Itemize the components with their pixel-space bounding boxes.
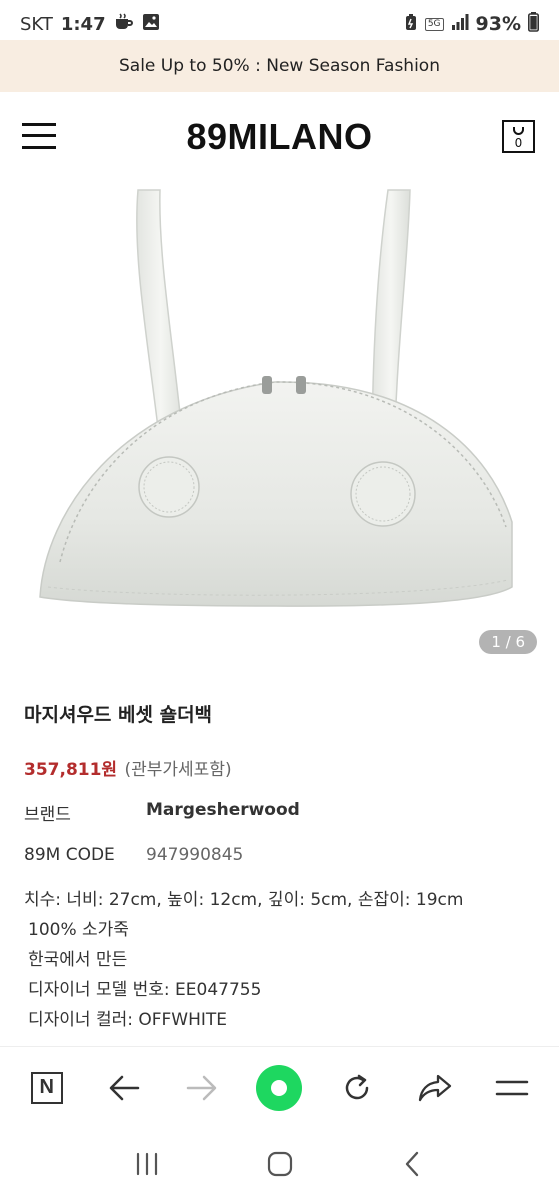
hamburger-icon[interactable] xyxy=(22,122,56,150)
promo-banner[interactable]: Sale Up to 50% : New Season Fashion xyxy=(0,40,559,92)
promo-text: Sale Up to 50% : New Season Fashion xyxy=(119,56,440,76)
cart-count: 0 xyxy=(514,136,523,150)
image-counter: 1 / 6 xyxy=(479,630,537,654)
site-logo[interactable]: 89MILANO xyxy=(186,116,372,158)
forward-arrow-icon[interactable] xyxy=(172,1058,232,1118)
naver-n-icon[interactable]: N xyxy=(17,1058,77,1118)
code-label: 89M CODE xyxy=(24,845,115,865)
product-photo xyxy=(39,189,513,607)
battery-percent: 93% xyxy=(475,13,521,35)
system-nav-bar xyxy=(0,1128,559,1200)
code-value: 947990845 xyxy=(146,845,244,865)
product-title: 마지셔우드 베셋 숄더백 xyxy=(24,704,213,726)
clock: 1:47 xyxy=(60,13,106,35)
code-row: 89M CODE 947990845 xyxy=(24,845,539,865)
back-arrow-icon[interactable] xyxy=(94,1058,154,1118)
brand-row: 브랜드 Margesherwood xyxy=(24,800,539,825)
status-right: 5G 93% xyxy=(404,11,539,37)
menu-lines-icon[interactable] xyxy=(482,1058,542,1118)
product-description: 치수: 너비: 27cm, 높이: 12cm, 깊이: 5cm, 손잡이: 19… xyxy=(24,885,539,1035)
description-line: 디자이너 컬러: OFFWHITE xyxy=(28,1010,228,1030)
gallery-icon xyxy=(142,13,160,36)
back-icon[interactable] xyxy=(383,1139,443,1189)
share-icon[interactable] xyxy=(405,1058,465,1118)
carrier-label: SKT xyxy=(20,13,53,35)
brand-label: 브랜드 xyxy=(24,805,71,825)
brand-value[interactable]: Margesherwood xyxy=(146,800,300,825)
battery-saver-icon xyxy=(404,13,418,36)
shopping-bag-icon[interactable]: 0 xyxy=(502,120,535,153)
description-line: 100% 소가죽 xyxy=(28,920,129,940)
product-price: 357,811원 xyxy=(24,760,118,780)
refresh-icon[interactable] xyxy=(327,1058,387,1118)
cup-icon xyxy=(114,12,134,36)
bag-handle xyxy=(513,127,524,135)
browser-toolbar: N xyxy=(0,1046,559,1128)
network-badge: 5G xyxy=(424,17,444,31)
price-row: 357,811원 (관부가세포함) xyxy=(24,755,539,780)
description-line: 한국에서 만든 xyxy=(28,950,128,970)
site-header: 89MILANO 0 xyxy=(0,92,559,182)
product-info: 마지셔우드 베셋 숄더백 357,811원 (관부가세포함) 브랜드 Marge… xyxy=(24,700,539,1035)
green-home-icon[interactable] xyxy=(249,1058,309,1118)
product-image-gallery[interactable]: 1 / 6 xyxy=(0,182,559,672)
description-line: 디자이너 모델 번호: EE047755 xyxy=(28,980,262,1000)
home-icon[interactable] xyxy=(250,1139,310,1189)
description-line: 치수: 너비: 27cm, 높이: 12cm, 깊이: 5cm, 손잡이: 19… xyxy=(24,890,464,910)
status-left: SKT 1:47 xyxy=(20,12,160,36)
recent-apps-icon[interactable] xyxy=(117,1139,177,1189)
signal-icon xyxy=(451,13,469,35)
price-note: (관부가세포함) xyxy=(124,760,232,780)
battery-icon xyxy=(528,11,539,37)
